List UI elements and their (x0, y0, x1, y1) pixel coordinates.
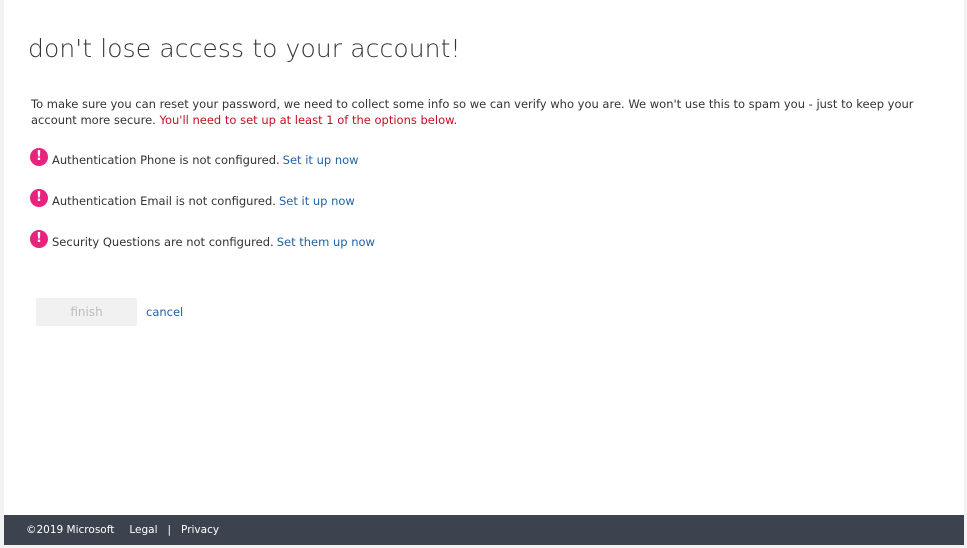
footer-privacy-link[interactable]: Privacy (181, 524, 219, 536)
exclamation-icon: ! (30, 148, 48, 166)
questions-status-label: Security Questions are not configured. (52, 235, 274, 249)
questions-status-text: Security Questions are not configured. Se… (52, 234, 375, 249)
footer-copyright: ©2019 Microsoft (26, 524, 115, 536)
method-row-phone: ! Authentication Phone is not configured… (30, 148, 359, 172)
email-status-label: Authentication Email is not configured. (52, 194, 276, 208)
phone-status-label: Authentication Phone is not configured. (52, 153, 280, 167)
footer-legal-link[interactable]: Legal (129, 524, 157, 536)
main-panel: don't lose access to your account! To ma… (4, 0, 964, 515)
exclamation-icon: ! (30, 189, 48, 207)
method-row-questions: ! Security Questions are not configured.… (30, 230, 375, 254)
method-row-email: ! Authentication Email is not configured… (30, 189, 355, 213)
page-title: don't lose access to your account! (28, 34, 461, 63)
cancel-link[interactable]: cancel (146, 305, 183, 319)
footer-separator: | (167, 524, 172, 536)
intro-paragraph: To make sure you can reset your password… (31, 96, 946, 128)
phone-status-text: Authentication Phone is not configured. S… (52, 152, 359, 167)
setup-email-link[interactable]: Set it up now (279, 194, 355, 208)
setup-questions-link[interactable]: Set them up now (277, 235, 375, 249)
exclamation-icon: ! (30, 230, 48, 248)
email-status-text: Authentication Email is not configured. S… (52, 193, 355, 208)
intro-warning: You'll need to set up at least 1 of the … (159, 113, 458, 127)
finish-button[interactable]: finish (36, 298, 137, 326)
footer: ©2019 Microsoft Legal | Privacy (4, 515, 964, 545)
setup-phone-link[interactable]: Set it up now (283, 153, 359, 167)
